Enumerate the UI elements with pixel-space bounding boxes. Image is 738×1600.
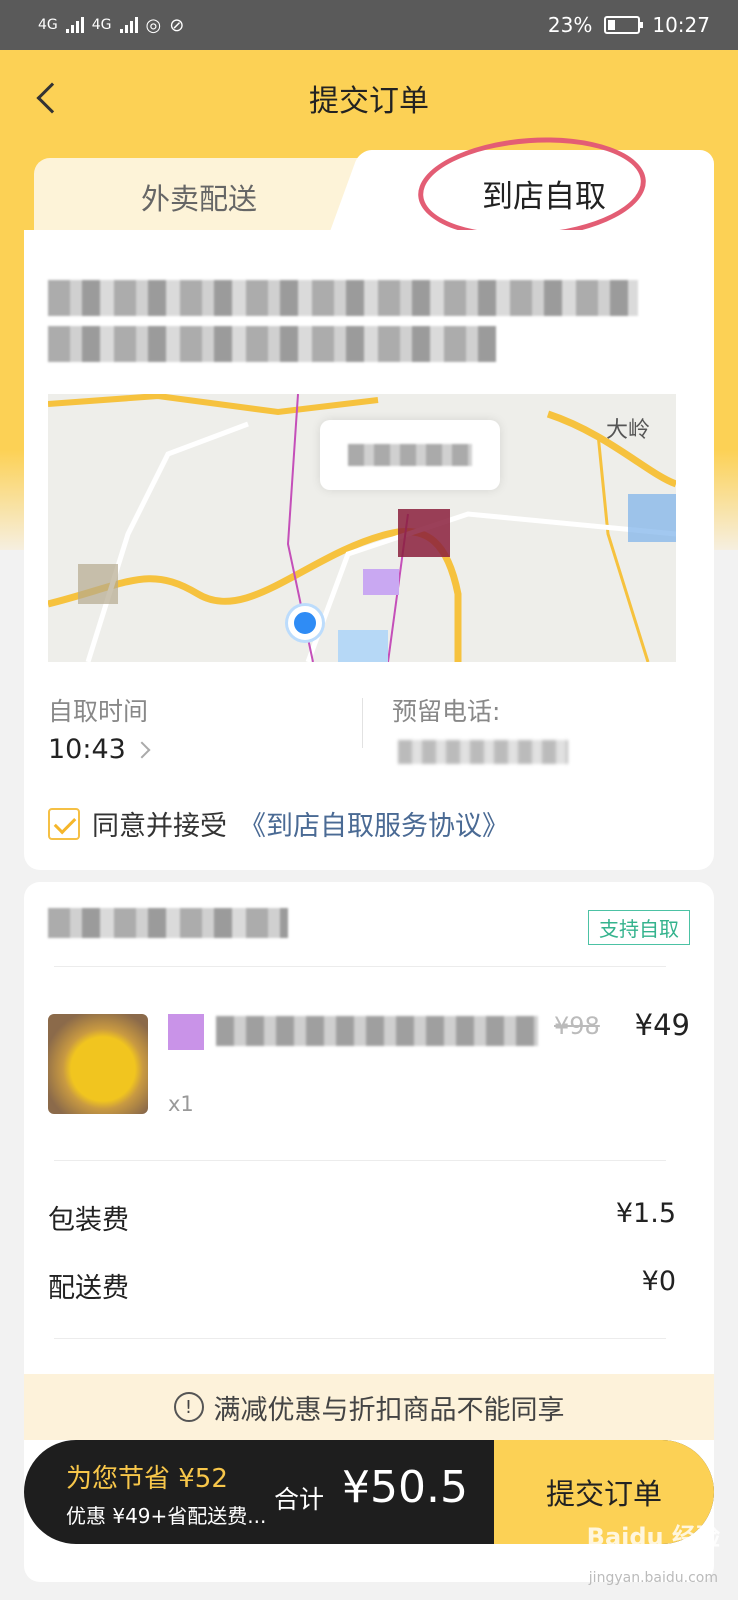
store-map[interactable]: 大岭: [48, 394, 676, 662]
savings-text: 为您节省 ¥52: [66, 1464, 228, 1494]
baidu-watermark-url: jingyan.baidu.com: [588, 1570, 718, 1586]
savings-detail: 优惠 ¥49+省配送费...: [66, 1504, 267, 1528]
pickup-info-card: 大岭 自取时间 10:43 预留电话: 同意并接受 《到店自取服务协议》: [24, 230, 714, 870]
baidu-watermark: Baidu 经验: [586, 1523, 720, 1551]
page-title: 提交订单: [309, 84, 429, 119]
product-tag-icon: [168, 1014, 204, 1050]
fee-value: ¥1.5: [615, 1198, 676, 1229]
mute-icon: ⊘: [169, 14, 185, 36]
fee-label: 配送费: [48, 1273, 129, 1304]
self-pickup-badge: 支持自取: [588, 910, 690, 945]
pickup-info-row: 自取时间 10:43 预留电话:: [48, 692, 676, 772]
clock: 10:27: [652, 13, 710, 37]
product-thumbnail: [48, 1014, 148, 1114]
store-address-blurred-2: [48, 326, 496, 362]
signal-icon-2: [119, 17, 138, 33]
store-name-blurred: [48, 908, 288, 938]
chevron-left-icon: [36, 82, 68, 114]
map-place-label: 大岭: [605, 418, 650, 443]
fee-value: ¥0: [641, 1266, 676, 1297]
store-name-callout: [320, 420, 500, 490]
product-original-price: ¥98: [554, 1012, 600, 1040]
pickup-time-label: 自取时间: [48, 697, 149, 726]
status-bar: 4G 4G ◎ ⊘ 23% 10:27: [0, 0, 738, 50]
wifi-icon: ◎: [145, 14, 162, 36]
product-price: ¥49: [634, 1008, 690, 1042]
agreement-link[interactable]: 《到店自取服务协议》: [239, 804, 509, 843]
status-icons: 4G 4G ◎ ⊘: [38, 15, 184, 36]
total-value: ¥50.5: [342, 1462, 468, 1513]
network-type: 4G: [38, 17, 58, 33]
exclamation-circle-icon: !: [173, 1392, 204, 1422]
back-button[interactable]: [28, 76, 68, 120]
divider: [54, 1338, 666, 1339]
product-name-blurred: [216, 1016, 538, 1046]
status-right: 23% 10:27: [548, 13, 710, 37]
fee-label: 包装费: [48, 1205, 129, 1236]
divider: [54, 966, 666, 967]
delivery-fee-row: 配送费 ¥0: [48, 1266, 676, 1305]
reserved-phone-label: 预留电话:: [392, 697, 501, 726]
store-address-blurred: [48, 280, 638, 316]
chevron-right-icon: [133, 741, 151, 758]
agreement-text: 同意并接受: [92, 811, 227, 842]
discount-notice: ! 满减优惠与折扣商品不能同享: [24, 1374, 714, 1440]
total-label: 合计: [274, 1485, 325, 1514]
pickup-time-value: 10:43: [48, 734, 126, 765]
network-type-2: 4G: [91, 17, 112, 33]
packaging-fee-row: 包装费 ¥1.5: [48, 1198, 676, 1237]
product-quantity: x1: [168, 1092, 194, 1116]
reserved-phone-value[interactable]: [398, 740, 568, 764]
notice-text: 满减优惠与折扣商品不能同享: [213, 1394, 565, 1426]
checkout-summary[interactable]: 为您节省 ¥52 优惠 ¥49+省配送费... 合计 ¥50.5: [24, 1440, 494, 1544]
signal-icon: [65, 17, 84, 33]
battery-percent: 23%: [547, 13, 593, 37]
battery-icon: [604, 16, 644, 34]
agreement-row: 同意并接受 《到店自取服务协议》: [48, 804, 509, 843]
divider: [54, 1160, 666, 1161]
divider: [362, 698, 363, 748]
agreement-checkbox[interactable]: [48, 807, 80, 840]
nav-bar: 提交订单: [0, 50, 738, 146]
location-marker-icon: [288, 606, 322, 640]
pickup-time-selector[interactable]: 10:43: [48, 734, 151, 765]
